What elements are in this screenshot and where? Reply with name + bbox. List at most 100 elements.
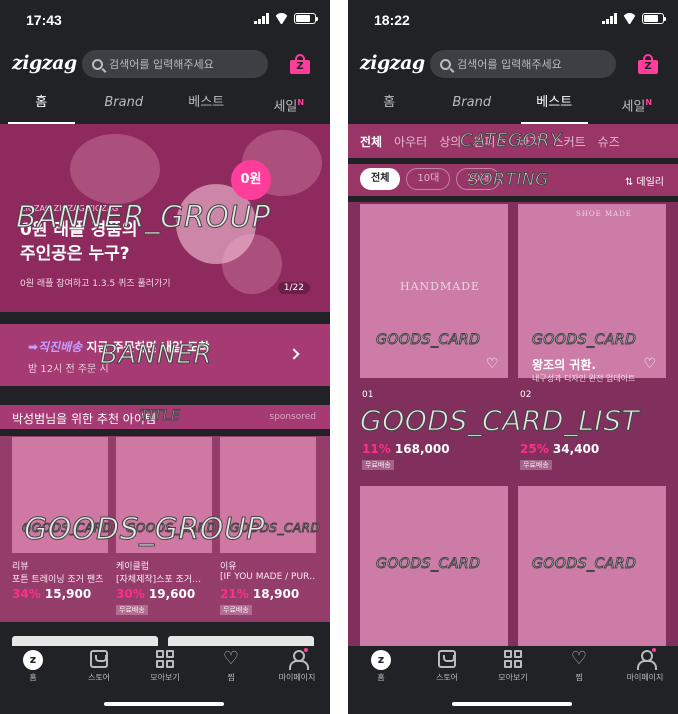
goods-price: 34% 15,900 <box>12 587 91 601</box>
nav-label: 마이페이지 <box>626 673 664 682</box>
notification-dot <box>652 648 656 652</box>
goods-discount: 25% <box>520 442 549 456</box>
tab-sale[interactable]: 세일N <box>596 88 678 124</box>
nav-store[interactable]: 스토어 <box>66 646 132 692</box>
nav-wishlist[interactable]: ♡ 찜 <box>198 646 264 692</box>
goods-promo-title: 왕조의 귀환. 내구성과 디자인 완전 업데이트 <box>532 356 635 384</box>
overlay-label-goods-card: GOODS_CARD <box>531 332 637 349</box>
goods-shop: 리뷰 <box>12 562 29 572</box>
goods-shop: 케이클럽 <box>116 562 150 572</box>
nav-label: 마이페이지 <box>278 673 316 682</box>
overlay-label-goods-group: GOODS_GROUP <box>24 512 265 548</box>
goods-price-value: 15,900 <box>44 587 92 601</box>
cart-button[interactable]: Z <box>290 54 310 74</box>
goods-price: 11% 168,000 <box>362 442 450 456</box>
search-placeholder: 검색어를 입력해주세요 <box>109 58 214 71</box>
grid-icon <box>156 650 174 668</box>
nav-label: 홈 <box>377 673 385 682</box>
tab-label: Brand <box>104 95 144 110</box>
nav-collection[interactable]: 모아보기 <box>480 646 546 692</box>
wifi-icon <box>622 13 637 24</box>
goods-discount: 34% <box>12 587 41 601</box>
free-shipping-tag: 무료배송 <box>220 605 252 615</box>
nav-label: 스토어 <box>87 673 111 682</box>
home-indicator <box>104 702 224 706</box>
store-icon <box>90 650 108 668</box>
heart-icon[interactable]: ♡ <box>643 356 656 372</box>
goods-price: 30% 19,600 <box>116 587 195 601</box>
goods-price: 21% 18,900 <box>220 587 299 601</box>
tab-brand[interactable]: Brand <box>431 88 514 124</box>
tab-home[interactable]: 홈 <box>348 88 431 124</box>
goods-price-value: 18,900 <box>252 587 300 601</box>
store-icon <box>438 650 456 668</box>
goods-discount: 21% <box>220 587 249 601</box>
zigzag-home-icon: z <box>371 650 391 670</box>
nav-mypage[interactable]: 마이페이지 <box>264 646 330 692</box>
notification-dot <box>304 648 308 652</box>
category-item[interactable]: 상의 <box>439 133 461 150</box>
status-time: 17:43 <box>26 12 62 28</box>
category-item[interactable]: 슈즈 <box>598 133 620 150</box>
next-section-peek <box>12 636 158 646</box>
banner-decoration <box>70 134 160 204</box>
goods-card[interactable]: GOODS_CARD <box>518 486 666 646</box>
rank-number: 01 <box>362 390 374 400</box>
category-item[interactable]: 아우터 <box>394 133 427 150</box>
nav-home[interactable]: z홈 <box>348 646 414 692</box>
filter-chip[interactable]: 전체 <box>360 168 401 190</box>
app-logo[interactable]: zigzag <box>360 52 425 74</box>
nav-collection[interactable]: 모아보기 <box>132 646 198 692</box>
new-badge: N <box>645 98 653 107</box>
sort-dropdown[interactable]: ⇅ 데일리 <box>625 173 664 188</box>
cart-icon: Z <box>638 60 658 74</box>
overlay-label-banner-group: BANNER_GROUP <box>16 200 271 236</box>
rank-number: 02 <box>520 390 532 400</box>
tab-sale[interactable]: 세일N <box>248 88 331 124</box>
user-icon <box>288 648 309 670</box>
battery-icon <box>294 13 318 24</box>
search-icon <box>92 58 103 70</box>
free-shipping-tag: 무료배송 <box>116 605 148 615</box>
nav-wishlist[interactable]: ♡ 찜 <box>546 646 612 692</box>
goods-price-value: 34,400 <box>552 442 600 456</box>
status-time: 18:22 <box>374 12 410 28</box>
bottom-nav: z홈 스토어 모아보기 ♡ 찜 마이페이지 <box>348 646 678 692</box>
status-bar: 18:22 <box>348 0 678 40</box>
goods-name: [IF YOU MADE / PUR… <box>220 572 316 582</box>
goods-discount: 30% <box>116 587 145 601</box>
heart-icon[interactable]: ♡ <box>486 356 499 372</box>
search-input[interactable]: 검색어를 입력해주세요 <box>430 50 616 78</box>
top-tabs: 홈 Brand 베스트 세일N <box>348 88 678 124</box>
battery-icon <box>642 13 666 24</box>
next-section-peek <box>168 636 314 646</box>
tab-label: Brand <box>452 95 492 110</box>
app-logo[interactable]: zigzag <box>12 52 77 74</box>
goods-name: [자체제작]스포 조거… <box>116 575 202 585</box>
category-item[interactable]: 전체 <box>360 133 382 150</box>
goods-card[interactable]: GOODS_CARD <box>360 486 508 646</box>
nav-store[interactable]: 스토어 <box>414 646 480 692</box>
status-bar: 17:43 <box>0 0 330 40</box>
overlay-label-sorting: SORTING <box>468 170 549 191</box>
tab-brand[interactable]: Brand <box>83 88 166 124</box>
promo-subtitle: 내구성과 디자인 완전 업데이트 <box>532 374 636 383</box>
search-input[interactable]: 검색어를 입력해주세요 <box>82 50 268 78</box>
tab-best[interactable]: 베스트 <box>513 88 596 124</box>
home-indicator <box>452 702 572 706</box>
new-badge: N <box>297 98 305 107</box>
heart-icon: ♡ <box>222 648 240 669</box>
nav-home[interactable]: z홈 <box>0 646 66 692</box>
banner-line2: 밤 12시 전 주문 시 <box>28 364 109 375</box>
overlay-label-goods-card-list: GOODS_CARD_LIST <box>359 404 640 438</box>
tab-home[interactable]: 홈 <box>0 88 83 124</box>
search-placeholder: 검색어를 입력해주세요 <box>457 58 562 71</box>
nav-label: 모아보기 <box>498 673 528 682</box>
filter-chip[interactable]: 10대 <box>406 168 451 190</box>
best-screen: 18:22 zigzag 검색어를 입력해주세요 Z 홈 Brand 베스트 세… <box>348 0 678 714</box>
cart-button[interactable]: Z <box>638 54 658 74</box>
overlay-label-goods-card: GOODS_CARD <box>375 332 481 349</box>
tab-best[interactable]: 베스트 <box>165 88 248 124</box>
section-title: 박성범님을 위한 추천 아이템 <box>12 412 156 426</box>
nav-mypage[interactable]: 마이페이지 <box>612 646 678 692</box>
